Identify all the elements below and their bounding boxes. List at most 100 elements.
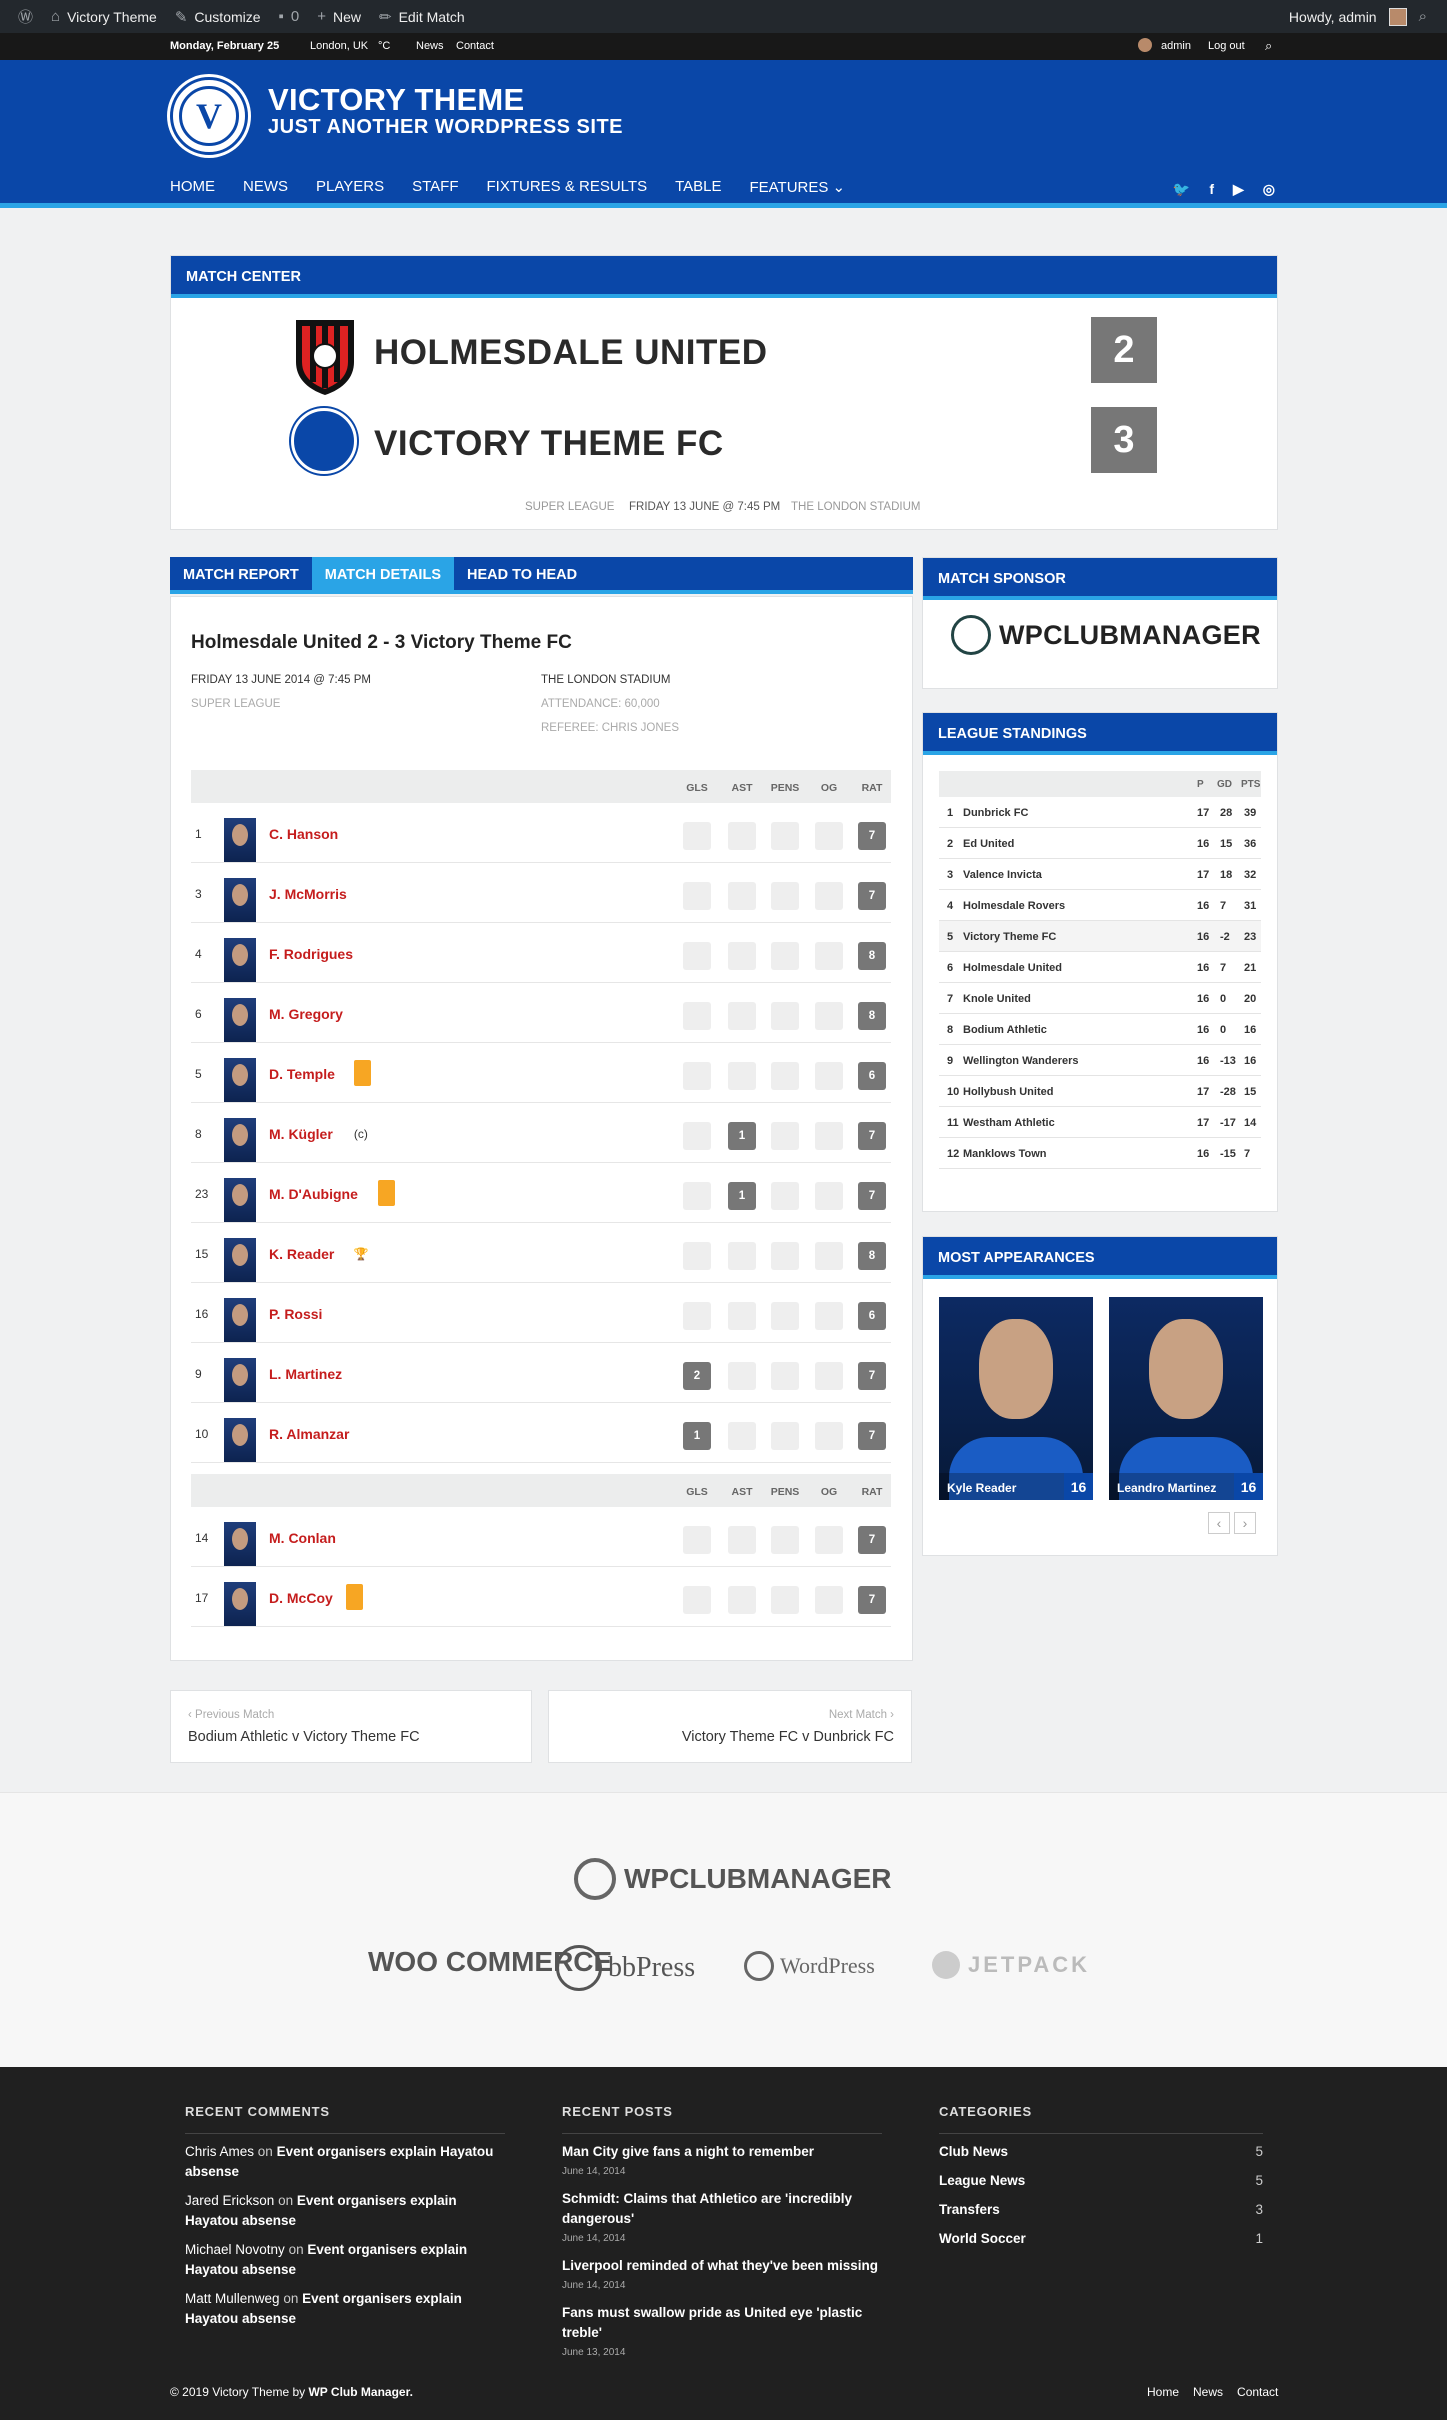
- standings-row[interactable]: 8 Bodium Athletic 16 0 16: [939, 1014, 1261, 1045]
- player-name[interactable]: M. Conlan: [269, 1530, 336, 1546]
- standings-row[interactable]: 9 Wellington Wanderers 16 -13 16: [939, 1045, 1261, 1076]
- comment-on: on: [278, 2193, 294, 2208]
- facebook-icon[interactable]: f: [1209, 181, 1214, 198]
- post-link[interactable]: Schmidt: Claims that Athletico are 'incr…: [562, 2189, 882, 2229]
- logout-link[interactable]: Log out: [1208, 40, 1245, 52]
- player-name[interactable]: P. Rossi: [269, 1306, 322, 1322]
- table-row: 8 M. Kügler (c) 1 7: [191, 1103, 891, 1163]
- nav-news[interactable]: NEWS: [243, 178, 288, 196]
- category-item[interactable]: Transfers 3: [939, 2200, 1263, 2220]
- standings-row[interactable]: 11 Westham Athletic 17 -17 14: [939, 1107, 1261, 1138]
- wordpress-logo-icon[interactable]: Ⓦ: [18, 6, 33, 27]
- player-card[interactable]: Leandro Martinez 16: [1109, 1297, 1263, 1500]
- player-card[interactable]: Kyle Reader 16: [939, 1297, 1093, 1500]
- standings-row[interactable]: 5 Victory Theme FC 16 -2 23: [939, 921, 1261, 952]
- jetpack-logo[interactable]: JETPACK: [932, 1951, 1090, 1979]
- comment-author[interactable]: Jared Erickson: [185, 2193, 274, 2208]
- footer-news-link[interactable]: News: [1193, 2385, 1223, 2399]
- nav-staff[interactable]: STAFF: [412, 178, 458, 196]
- column-header: GLS: [686, 782, 708, 794]
- nav-table[interactable]: TABLE: [675, 178, 721, 196]
- player-name[interactable]: F. Rodrigues: [269, 946, 353, 962]
- site-title[interactable]: VICTORY THEME: [268, 82, 525, 118]
- nav-fixtures[interactable]: FIXTURES & RESULTS: [486, 178, 647, 196]
- search-icon[interactable]: ⌕: [1419, 8, 1427, 25]
- standings-row[interactable]: 12 Manklows Town 16 -15 7: [939, 1138, 1261, 1169]
- carousel-prev-icon[interactable]: ‹: [1208, 1512, 1230, 1534]
- category-item[interactable]: Club News 5: [939, 2142, 1263, 2162]
- standings-cell: 39: [1244, 807, 1257, 819]
- player-name[interactable]: D. McCoy: [269, 1590, 333, 1606]
- topbar-news-link[interactable]: News: [416, 40, 444, 52]
- tab-match-report[interactable]: MATCH REPORT: [170, 557, 312, 590]
- home-team-name[interactable]: HOLMESDALE UNITED: [374, 333, 768, 373]
- user-link[interactable]: admin: [1161, 40, 1191, 52]
- tab-match-details[interactable]: MATCH DETAILS: [311, 557, 454, 590]
- away-team-name[interactable]: VICTORY THEME FC: [374, 424, 724, 464]
- edit-match-link[interactable]: ✏ Edit Match: [379, 8, 465, 26]
- footer-home-link[interactable]: Home: [1147, 2385, 1179, 2399]
- standings-row[interactable]: 4 Holmesdale Rovers 16 7 31: [939, 890, 1261, 921]
- player-name[interactable]: M. D'Aubigne: [269, 1186, 358, 1202]
- nav-features[interactable]: FEATURES ⌄: [749, 178, 845, 196]
- howdy-account[interactable]: Howdy, admin: [1289, 9, 1377, 25]
- standings-row[interactable]: 1 Dunbrick FC 17 28 39: [939, 797, 1261, 828]
- category-name: Transfers: [939, 2202, 1000, 2217]
- previous-match-link[interactable]: ‹ Previous Match Bodium Athletic v Victo…: [170, 1690, 532, 1763]
- new-link[interactable]: + New: [317, 8, 361, 25]
- comment-author[interactable]: Michael Novotny: [185, 2242, 285, 2257]
- stat-cell: [728, 822, 756, 850]
- category-item[interactable]: World Soccer 1: [939, 2229, 1263, 2249]
- nav-players[interactable]: PLAYERS: [316, 178, 384, 196]
- post-link[interactable]: Man City give fans a night to remember: [562, 2142, 882, 2162]
- standings-row[interactable]: 2 Ed United 16 15 36: [939, 828, 1261, 859]
- player-name[interactable]: L. Martinez: [269, 1366, 342, 1382]
- player-photo: [224, 1238, 256, 1282]
- admin-site-link[interactable]: ⌂ Victory Theme: [51, 8, 157, 25]
- site-logo[interactable]: V: [170, 77, 248, 155]
- comments-link[interactable]: ▪ 0: [279, 8, 300, 25]
- nav-home[interactable]: HOME: [170, 178, 215, 196]
- post-link[interactable]: Liverpool reminded of what they've been …: [562, 2256, 882, 2276]
- standings-row[interactable]: 7 Knole United 16 0 20: [939, 983, 1261, 1014]
- footer-contact-link[interactable]: Contact: [1237, 2385, 1278, 2399]
- player-photo: [224, 1358, 256, 1402]
- standings-cell: Victory Theme FC: [963, 931, 1057, 943]
- standings-cell: Bodium Athletic: [963, 1024, 1047, 1036]
- wpclubmanager-link[interactable]: WP Club Manager.: [308, 2385, 412, 2399]
- player-name[interactable]: C. Hanson: [269, 826, 338, 842]
- player-name[interactable]: M. Kügler: [269, 1126, 333, 1142]
- standings-row[interactable]: 6 Holmesdale United 16 7 21: [939, 952, 1261, 983]
- tab-head-to-head[interactable]: HEAD TO HEAD: [454, 557, 590, 590]
- wpclubmanager-logo[interactable]: WPCLUBMANAGER: [574, 1858, 892, 1900]
- category-count: 3: [1255, 2202, 1263, 2217]
- player-photo: [224, 1178, 256, 1222]
- youtube-icon[interactable]: ▶: [1233, 181, 1244, 198]
- player-name[interactable]: K. Reader: [269, 1246, 334, 1262]
- instagram-icon[interactable]: ◎: [1263, 181, 1275, 198]
- recent-posts-title: RECENT POSTS: [562, 2104, 882, 2134]
- standings-row[interactable]: 3 Valence Invicta 17 18 32: [939, 859, 1261, 890]
- category-item[interactable]: League News 5: [939, 2171, 1263, 2191]
- stat-cell: [683, 1002, 711, 1030]
- search-icon[interactable]: ⌕: [1265, 38, 1272, 54]
- bbpress-logo[interactable]: bbPress: [556, 1945, 695, 1991]
- carousel-next-icon[interactable]: ›: [1234, 1512, 1256, 1534]
- standings-row[interactable]: 10 Hollybush United 17 -28 15: [939, 1076, 1261, 1107]
- standings-cell: Manklows Town: [963, 1148, 1047, 1160]
- player-name[interactable]: D. Temple: [269, 1066, 335, 1082]
- player-name[interactable]: R. Almanzar: [269, 1426, 349, 1442]
- topbar-contact-link[interactable]: Contact: [456, 40, 494, 52]
- post-link[interactable]: Fans must swallow pride as United eye 'p…: [562, 2303, 882, 2343]
- twitter-icon[interactable]: 🐦: [1173, 181, 1190, 198]
- wordpress-logo[interactable]: WordPress: [744, 1951, 875, 1981]
- standings-cell: -2: [1220, 931, 1230, 943]
- player-name[interactable]: M. Gregory: [269, 1006, 343, 1022]
- next-match-link[interactable]: Next Match › Victory Theme FC v Dunbrick…: [548, 1690, 912, 1763]
- customize-link[interactable]: ✎ Customize: [175, 8, 261, 26]
- comment-author[interactable]: Chris Ames: [185, 2144, 254, 2159]
- sponsor-logo[interactable]: WPCLUBMANAGER: [951, 615, 1261, 655]
- player-name[interactable]: J. McMorris: [269, 886, 347, 902]
- comment-item: Jared Erickson on Event organisers expla…: [185, 2191, 505, 2231]
- comment-author[interactable]: Matt Mullenweg: [185, 2291, 280, 2306]
